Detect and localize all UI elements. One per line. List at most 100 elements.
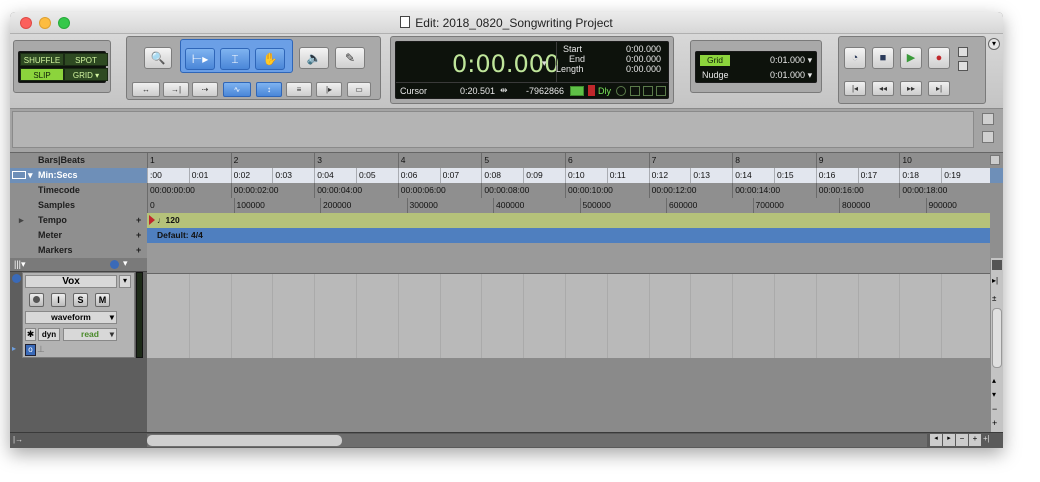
minsecs-tick-label-tick — [314, 168, 316, 183]
scrubber-tool-button[interactable]: 🔈 — [299, 47, 329, 69]
meter-track[interactable]: Default: 4/4 — [147, 228, 990, 243]
insertion-follows-button[interactable]: ▭ — [347, 82, 371, 97]
online-button[interactable]: ◔ — [844, 47, 866, 69]
universe-area[interactable] — [12, 111, 974, 148]
vertical-scroll-thumb[interactable] — [992, 308, 1002, 368]
mirrored-midi-button[interactable]: |▸ — [316, 82, 342, 97]
zoom-toggle-icon[interactable] — [992, 260, 1002, 270]
tab-to-transient-button[interactable]: ≡ — [286, 82, 312, 97]
grid-toggle[interactable]: Grid — [700, 55, 730, 66]
zoom-up-icon[interactable]: ▴ — [992, 376, 996, 385]
track-name[interactable]: Vox — [25, 275, 117, 288]
horizontal-scroll-thumb[interactable] — [147, 435, 342, 446]
track-menu-button[interactable]: ▾ — [119, 275, 131, 288]
metronome-icon[interactable] — [588, 85, 595, 96]
slip-mode-button[interactable]: SLIP — [20, 68, 64, 81]
shuffle-mode-button[interactable]: SHUFFLE — [20, 53, 64, 66]
counter-mode-icon[interactable]: ▾ — [542, 58, 547, 69]
pencil-tool-button[interactable]: ✎ — [335, 47, 365, 69]
vertical-scrollbar[interactable]: ▸| ± ▴ ▾ − + — [990, 258, 1003, 432]
record-button[interactable]: ● — [928, 47, 950, 69]
transport-expand-icon[interactable] — [958, 47, 968, 57]
spot-mode-button[interactable]: SPOT — [64, 53, 108, 66]
add-tempo-icon[interactable]: + — [136, 213, 141, 228]
empty-track-area[interactable] — [147, 358, 990, 432]
track-list-menu-icon[interactable]: |||▾ — [14, 259, 26, 270]
go-to-end-button[interactable]: ▸| — [928, 81, 950, 96]
grid-value[interactable]: 0:01.000 ▾ — [770, 55, 812, 66]
clock-icon[interactable] — [616, 86, 626, 96]
timebase-selector[interactable]: dyn — [38, 328, 60, 341]
grid-mode-button[interactable]: GRID ▾ — [64, 68, 108, 81]
track-color-icon[interactable] — [12, 274, 21, 283]
warning-icon[interactable] — [982, 131, 994, 143]
fast-forward-button[interactable]: ▸▸ — [900, 81, 922, 96]
timecode-ruler-track[interactable]: 00:00:00:00 00:00:02:00 00:00:04:00 00:00:0… — [147, 183, 990, 198]
link-timeline-button[interactable]: ↕ — [256, 82, 282, 97]
samples-ruler-track[interactable]: 0 100000 200000 300000 400000 500000 600000 700… — [147, 198, 990, 213]
record-enable-button[interactable] — [29, 293, 44, 307]
smart-tool-group[interactable]: ⊢▸ ⌶ ✋ — [180, 39, 293, 73]
collapse-right-icon[interactable]: +| — [983, 434, 990, 443]
expand-icon[interactable]: ± — [992, 294, 996, 303]
grabber-tool-button[interactable]: ✋ — [255, 48, 285, 70]
nudge-value[interactable]: 0:01.000 ▾ — [770, 70, 812, 81]
scroll-left-icon[interactable]: ◂ — [930, 434, 942, 446]
zoom-tool-button[interactable]: 🔍 — [144, 47, 172, 69]
horizontal-scrollbar[interactable] — [147, 434, 927, 447]
midi-merge-icon[interactable] — [570, 86, 584, 96]
track-vox[interactable]: Vox ▾ I S M waveform ▾ ✱ dyn read ▾ o ⊥ — [22, 272, 135, 358]
minsecs-ruler-track[interactable]: :00 0:01 0:02 0:03 0:04 0:05 0:06 0:07 0:08 0:09 0… — [147, 168, 990, 183]
midi-icon[interactable] — [656, 86, 666, 96]
input-monitor-button[interactable]: I — [51, 293, 66, 307]
minsecs-tick-label-tick — [606, 168, 608, 183]
trim-tool-button[interactable]: ⊢▸ — [185, 48, 215, 70]
return-to-zero-button[interactable]: |◂ — [844, 81, 866, 96]
bars-ruler-track[interactable]: 1 2 3 4 5 6 7 8 9 10 — [147, 153, 990, 168]
view-toggle-icon[interactable] — [982, 113, 994, 125]
sync-icon[interactable] — [643, 86, 653, 96]
horizontal-zoom-out-icon[interactable]: − — [956, 434, 968, 446]
length-value[interactable]: 0:00.000 — [626, 64, 661, 74]
markers-track[interactable] — [147, 243, 990, 258]
rewind-button[interactable]: ◂◂ — [872, 81, 894, 96]
dly-label[interactable]: Dly — [598, 86, 611, 96]
start-value[interactable]: 0:00.000 — [626, 44, 661, 54]
tempo-value[interactable]: ♩120 — [157, 215, 180, 225]
count-off-icon[interactable] — [630, 86, 640, 96]
tempo-marker-icon[interactable] — [149, 215, 155, 225]
zoom-down-icon[interactable]: ▾ — [992, 390, 996, 399]
track-playlist-area[interactable] — [147, 274, 990, 358]
selector-tool-button[interactable]: ⌶ — [220, 48, 250, 70]
comments-icon[interactable]: o — [25, 344, 36, 356]
ruler-expand-icon[interactable] — [990, 155, 1000, 165]
automation-mode-selector[interactable]: read ▾ — [63, 328, 117, 341]
zoom-in-icon[interactable]: + — [992, 418, 997, 428]
meter-value[interactable]: Default: 4/4 — [157, 230, 203, 240]
collapse-icon[interactable]: ▸| — [992, 276, 998, 285]
chevron-down-icon[interactable]: ▾ — [123, 258, 128, 269]
transport-collapse-icon[interactable] — [958, 61, 968, 71]
add-marker-icon[interactable]: + — [136, 243, 141, 258]
stop-button[interactable]: ■ — [872, 47, 894, 69]
zoom-fit-button[interactable]: ↔ — [132, 82, 160, 97]
disclosure-icon[interactable]: ▸ — [19, 213, 24, 228]
add-meter-icon[interactable]: + — [136, 228, 141, 243]
zoom-out-button[interactable]: ⇢ — [192, 82, 218, 97]
horizontal-zoom-in-icon[interactable]: + — [969, 434, 981, 446]
disclosure-icon[interactable]: ▸ — [12, 344, 16, 353]
zoom-in-button[interactable]: →| — [163, 82, 189, 97]
elastic-audio-icon[interactable]: ✱ — [25, 328, 36, 341]
clock-icon[interactable] — [110, 260, 119, 269]
solo-button[interactable]: S — [73, 293, 88, 307]
wave-zoom-button[interactable]: ∿ — [223, 82, 251, 97]
tempo-track[interactable]: ♩120 — [147, 213, 990, 228]
toolbar-menu-button[interactable]: ▾ — [988, 38, 1000, 50]
track-view-selector[interactable]: waveform ▾ — [25, 311, 117, 324]
scroll-right-icon[interactable]: ▸ — [943, 434, 955, 446]
mute-button[interactable]: M — [95, 293, 110, 307]
play-button[interactable]: ▶ — [900, 47, 922, 69]
show-hide-icon[interactable]: |→ — [13, 435, 23, 444]
zoom-out-icon[interactable]: − — [992, 404, 997, 414]
end-value[interactable]: 0:00.000 — [626, 54, 661, 64]
